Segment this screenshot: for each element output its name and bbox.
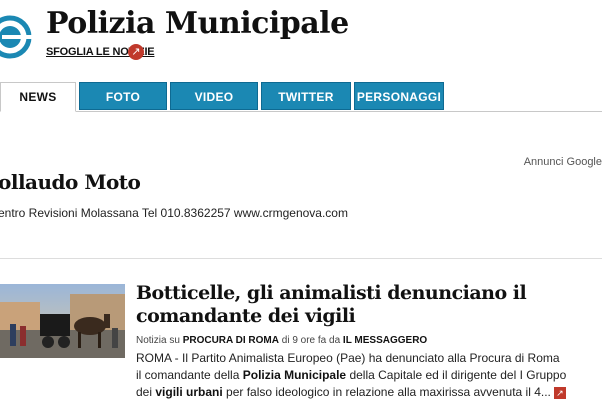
arrow-right-icon[interactable]: ↗ [128, 44, 144, 60]
meta-topic-link[interactable]: PROCURA DI ROMA [183, 335, 279, 346]
meta-prefix: Notizia su [136, 335, 180, 346]
divider [0, 258, 602, 259]
summary-line-3c: per falso ideologico in relazione alla m… [226, 385, 551, 399]
meta-source-link[interactable]: IL MESSAGGERO [343, 335, 427, 346]
meta-time: di 9 ore fa da [281, 335, 341, 346]
summary-line-1: ROMA - Il Partito Animalista Europeo (Pa… [136, 351, 560, 365]
article-summary: ROMA - Il Partito Animalista Europeo (Pa… [136, 350, 602, 401]
tab-news[interactable]: NEWS [0, 82, 76, 112]
ad-title-link[interactable]: ollaudo Moto [0, 170, 141, 194]
tab-foto[interactable]: FOTO [79, 82, 167, 110]
ad-description[interactable]: entro Revisioni Molassana Tel 010.836225… [0, 206, 348, 220]
summary-line-3a: dei [136, 385, 153, 399]
article-headline[interactable]: Botticelle, gli animalisti denunciano il… [136, 282, 596, 328]
tab-bar: NEWS FOTO VIDEO TWITTER PERSONAGGI [0, 82, 602, 112]
summary-line-2a: il comandante della [136, 368, 240, 382]
tab-video[interactable]: VIDEO [170, 82, 258, 110]
tab-twitter[interactable]: TWITTER [261, 82, 351, 110]
article-meta: Notizia su PROCURA DI ROMA di 9 ore fa d… [136, 335, 427, 346]
summary-line-2c: della Capitale ed il dirigente del I Gru… [349, 368, 567, 382]
ads-label[interactable]: Annunci Google [524, 156, 602, 168]
headline-line-2[interactable]: comandante dei vigili [136, 305, 356, 327]
site-logo-icon[interactable] [0, 15, 32, 59]
page-title: Polizia Municipale [46, 6, 349, 41]
read-more-icon[interactable]: ↗ [553, 387, 566, 399]
headline-line-1[interactable]: Botticelle, gli animalisti denunciano il [136, 282, 527, 304]
tab-personaggi[interactable]: PERSONAGGI [354, 82, 444, 110]
summary-highlight-1: Polizia Municipale [242, 368, 347, 382]
summary-highlight-2: vigili urbani [155, 385, 223, 399]
article-photo[interactable] [0, 284, 125, 358]
